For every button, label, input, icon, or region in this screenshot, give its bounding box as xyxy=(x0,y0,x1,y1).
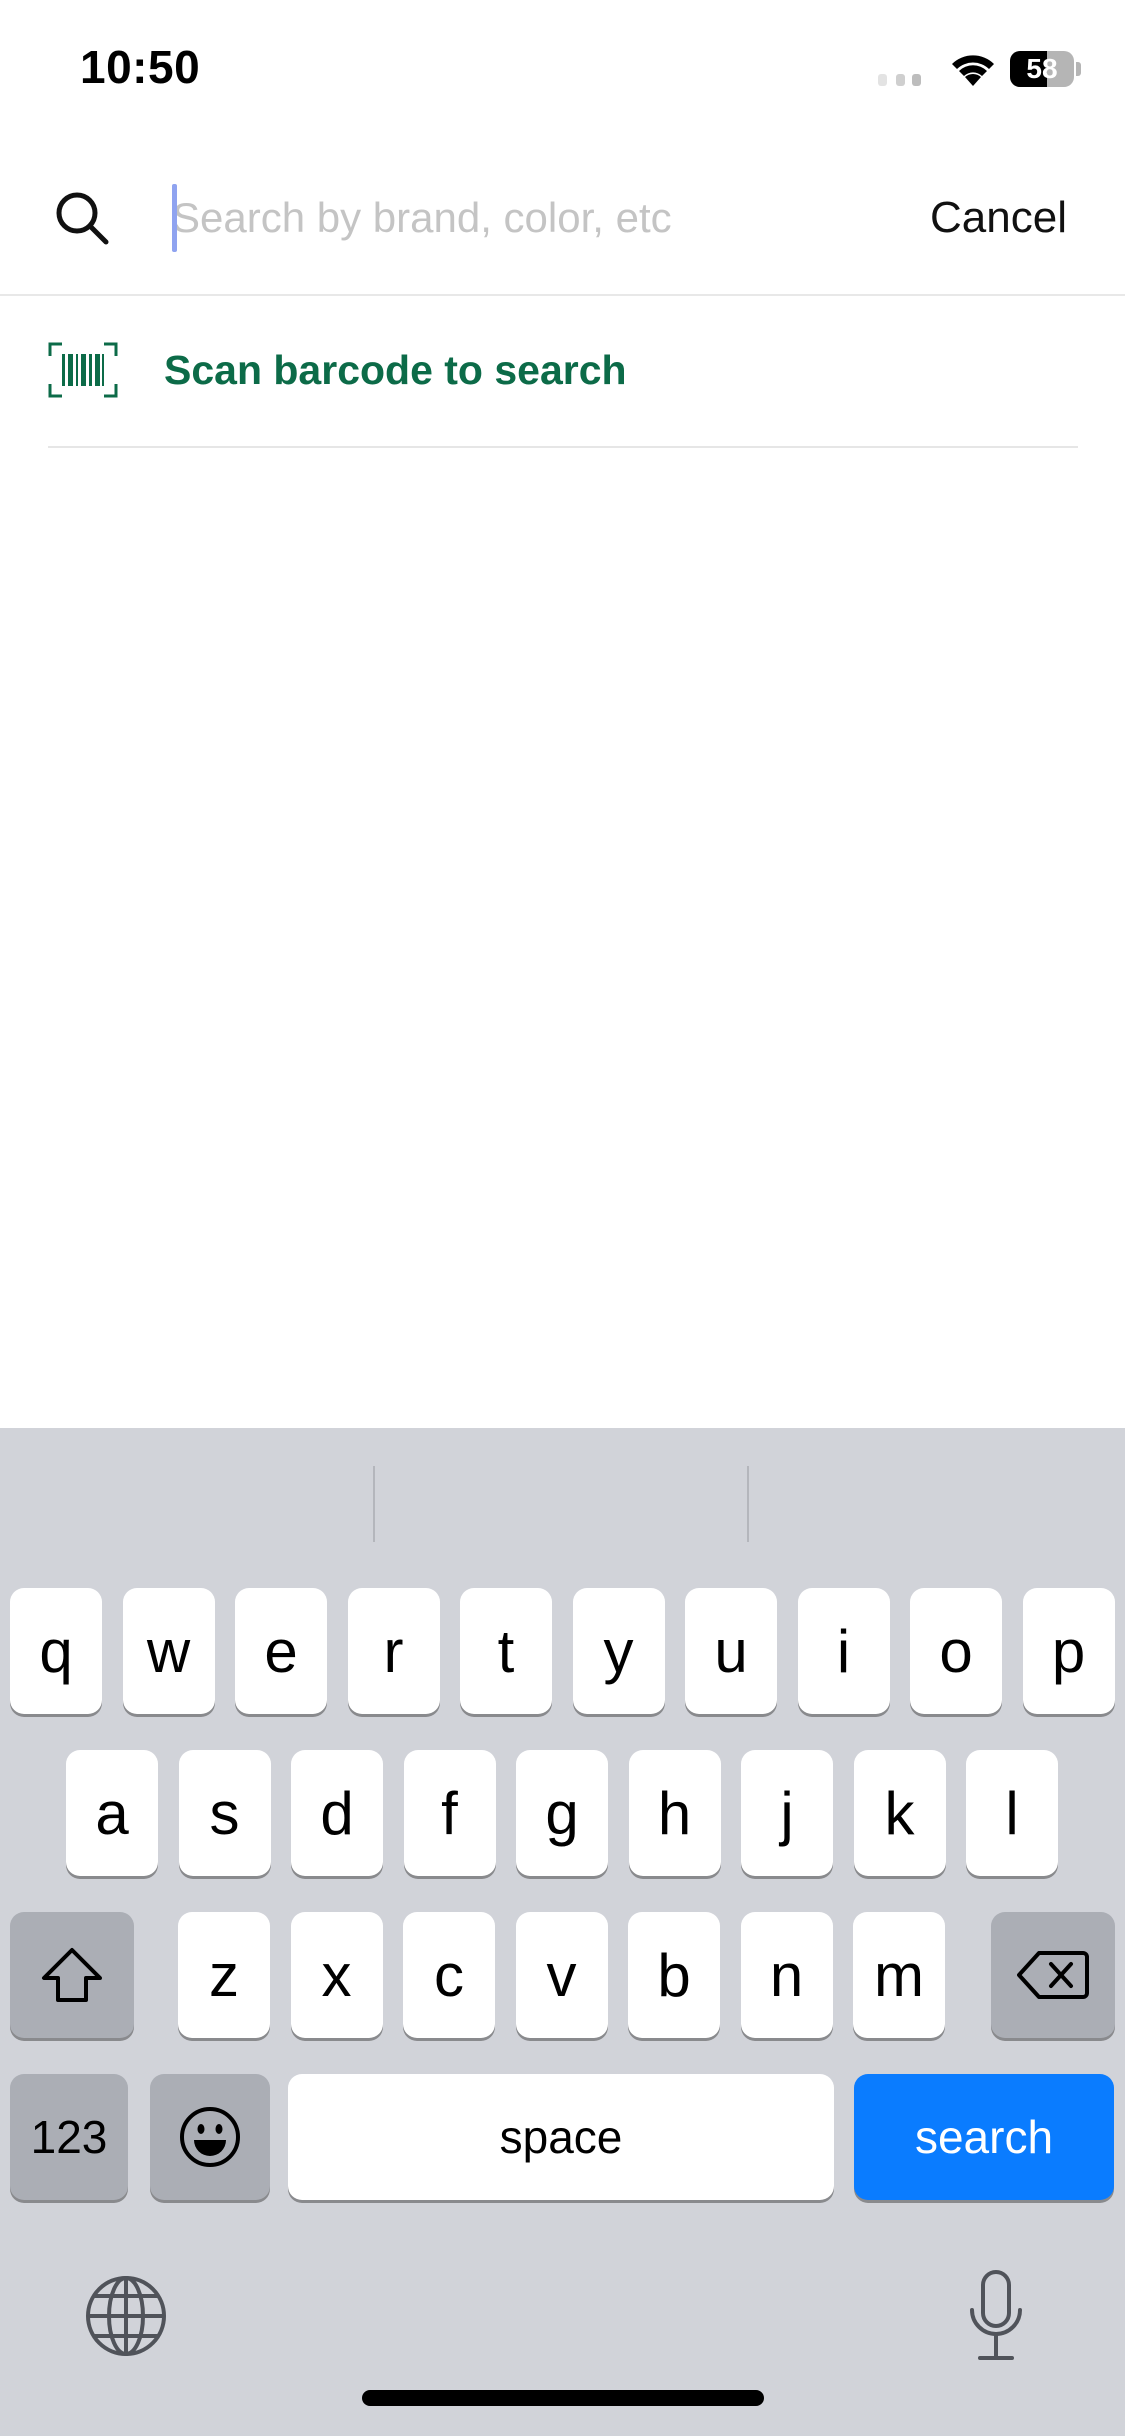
status-bar: 10:50 58 xyxy=(0,0,1125,140)
search-icon xyxy=(56,192,109,245)
key-a[interactable]: a xyxy=(66,1750,158,1876)
suggestion-bar xyxy=(0,1428,1125,1578)
key-q[interactable]: q xyxy=(10,1588,102,1714)
space-key[interactable]: space xyxy=(288,2074,834,2200)
search-header: Cancel xyxy=(0,140,1125,296)
key-m[interactable]: m xyxy=(853,1912,945,2038)
key-e[interactable]: e xyxy=(235,1588,327,1714)
key-z[interactable]: z xyxy=(178,1912,270,2038)
search-screen: 10:50 58 Cancel xyxy=(0,0,1125,2436)
key-x[interactable]: x xyxy=(290,1912,383,2038)
key-g[interactable]: g xyxy=(516,1750,608,1876)
keyboard: qwertyuiop asdfghjkl zxcvbnm 123 space s… xyxy=(0,1428,1125,2436)
cellular-signal-icon xyxy=(878,74,921,86)
key-d[interactable]: d xyxy=(291,1750,383,1876)
key-f[interactable]: f xyxy=(403,1750,496,1876)
scan-barcode-label: Scan barcode to search xyxy=(164,347,627,393)
key-j[interactable]: j xyxy=(741,1750,833,1876)
key-c[interactable]: c xyxy=(403,1912,495,2038)
key-t[interactable]: t xyxy=(460,1588,552,1714)
search-input[interactable] xyxy=(172,176,892,260)
text-cursor xyxy=(172,184,177,252)
status-time: 10:50 xyxy=(80,41,201,93)
key-y[interactable]: y xyxy=(572,1588,665,1714)
key-u[interactable]: u xyxy=(685,1588,777,1714)
key-l[interactable]: l xyxy=(966,1750,1058,1876)
key-o[interactable]: o xyxy=(910,1588,1002,1714)
key-n[interactable]: n xyxy=(740,1912,833,2038)
key-v[interactable]: v xyxy=(515,1912,608,2038)
microphone-icon[interactable] xyxy=(966,2268,1026,2364)
battery-icon: 58 xyxy=(1010,51,1081,87)
backspace-icon xyxy=(1017,1951,1089,1999)
battery-level: 58 xyxy=(1026,53,1058,84)
home-indicator xyxy=(362,2390,764,2406)
barcode-icon xyxy=(48,342,118,398)
emoji-key[interactable] xyxy=(150,2074,270,2200)
emoji-icon xyxy=(180,2107,240,2167)
key-r[interactable]: r xyxy=(347,1588,440,1714)
key-w[interactable]: w xyxy=(122,1588,215,1714)
key-p[interactable]: p xyxy=(1022,1588,1115,1714)
key-b[interactable]: b xyxy=(628,1912,720,2038)
key-k[interactable]: k xyxy=(853,1750,946,1876)
suggestion-divider xyxy=(373,1466,375,1542)
shift-icon xyxy=(42,1948,102,2002)
search-return-key[interactable]: search xyxy=(854,2074,1114,2200)
scan-barcode-row[interactable]: Scan barcode to search xyxy=(48,296,1078,448)
key-i[interactable]: i xyxy=(797,1588,890,1714)
suggestion-divider xyxy=(747,1466,749,1542)
globe-icon[interactable] xyxy=(84,2274,168,2358)
shift-key[interactable] xyxy=(10,1912,134,2038)
key-s[interactable]: s xyxy=(178,1750,271,1876)
delete-key[interactable] xyxy=(991,1912,1115,2038)
key-h[interactable]: h xyxy=(628,1750,721,1876)
cancel-button[interactable]: Cancel xyxy=(930,180,1067,256)
numbers-key[interactable]: 123 xyxy=(10,2074,128,2200)
wifi-icon xyxy=(952,55,994,86)
